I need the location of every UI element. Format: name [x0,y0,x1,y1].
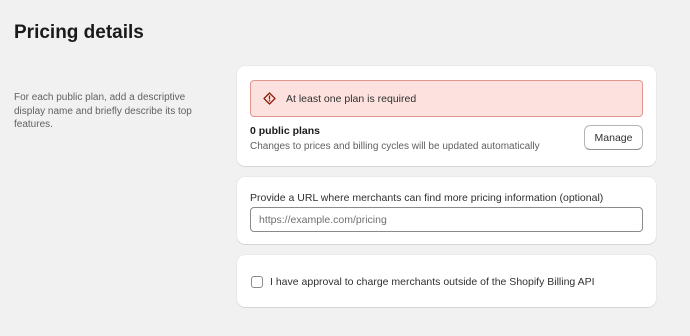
approval-checkbox-label[interactable]: I have approval to charge merchants outs… [270,276,595,288]
page-title: Pricing details [14,22,144,43]
alert-diamond-icon [263,92,276,105]
public-plans-count: 0 public plans [250,125,321,137]
approval-card: I have approval to charge merchants outs… [237,255,656,307]
pricing-url-input[interactable] [250,207,643,232]
manage-button[interactable]: Manage [584,125,643,150]
approval-checkbox-row[interactable]: I have approval to charge merchants outs… [251,276,595,288]
approval-checkbox[interactable] [251,276,263,288]
plans-card: At least one plan is required 0 public p… [237,66,656,166]
section-description: For each public plan, add a descriptive … [14,92,192,130]
error-banner: At least one plan is required [250,80,643,117]
plans-note: Changes to prices and billing cycles wil… [250,141,540,152]
pricing-url-label: Provide a URL where merchants can find m… [250,192,604,204]
error-banner-text: At least one plan is required [286,92,417,105]
pricing-url-card: Provide a URL where merchants can find m… [237,177,656,244]
